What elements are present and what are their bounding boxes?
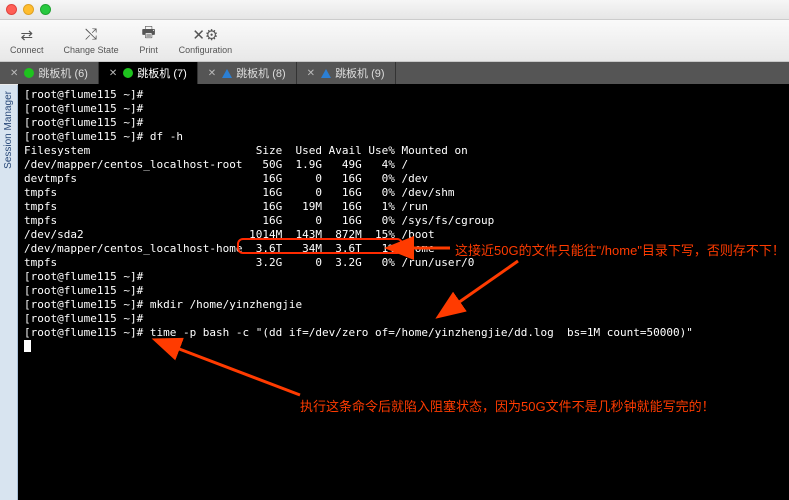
configuration-button[interactable]: ✕⚙ Configuration: [173, 25, 239, 57]
window-titlebar: [0, 0, 789, 20]
tab-label: 跳板机 (8): [236, 65, 286, 81]
print-icon: 🖶: [139, 27, 159, 43]
zoom-window-button[interactable]: [40, 4, 51, 15]
minimize-window-button[interactable]: [23, 4, 34, 15]
toolbar: ⇄ Connect ⤭ Change State 🖶 Print ✕⚙ Conf…: [0, 20, 789, 62]
connect-button[interactable]: ⇄ Connect: [4, 25, 50, 57]
terminal-pane[interactable]: [root@flume115 ~]# [root@flume115 ~]# [r…: [18, 84, 789, 500]
connect-icon: ⇄: [17, 27, 37, 43]
print-label: Print: [139, 45, 158, 55]
tab-label: 跳板机 (6): [38, 65, 88, 81]
tab-jump-8[interactable]: ✕ 跳板机 (8): [198, 62, 297, 84]
tab-jump-7[interactable]: ✕ 跳板机 (7): [99, 62, 198, 84]
terminal-output: [root@flume115 ~]# [root@flume115 ~]# [r…: [24, 88, 783, 356]
tab-jump-9[interactable]: ✕ 跳板机 (9): [297, 62, 396, 84]
tab-jump-6[interactable]: ✕ 跳板机 (6): [0, 62, 99, 84]
configuration-label: Configuration: [179, 45, 233, 55]
warning-icon: [321, 69, 331, 78]
close-window-button[interactable]: [6, 4, 17, 15]
warning-icon: [222, 69, 232, 78]
status-dot-icon: [123, 68, 133, 78]
tab-label: 跳板机 (7): [137, 65, 187, 81]
terminal-cursor: [24, 340, 31, 352]
change-state-button[interactable]: ⤭ Change State: [58, 25, 125, 57]
session-manager-sidebar[interactable]: Session Manager: [0, 85, 18, 500]
change-state-icon: ⤭: [81, 27, 101, 43]
close-icon[interactable]: ✕: [109, 68, 117, 79]
change-state-label: Change State: [64, 45, 119, 55]
tab-label: 跳板机 (9): [335, 65, 385, 81]
traffic-lights: [6, 4, 51, 15]
print-button[interactable]: 🖶 Print: [133, 25, 165, 57]
status-dot-icon: [24, 68, 34, 78]
session-manager-label: Session Manager: [3, 91, 14, 169]
gear-icon: ✕⚙: [195, 27, 215, 43]
connect-label: Connect: [10, 45, 44, 55]
close-icon[interactable]: ✕: [208, 68, 216, 79]
close-icon[interactable]: ✕: [10, 68, 18, 79]
close-icon[interactable]: ✕: [307, 68, 315, 79]
tab-bar: ✕ 跳板机 (6) ✕ 跳板机 (7) ✕ 跳板机 (8) ✕ 跳板机 (9): [0, 62, 789, 84]
